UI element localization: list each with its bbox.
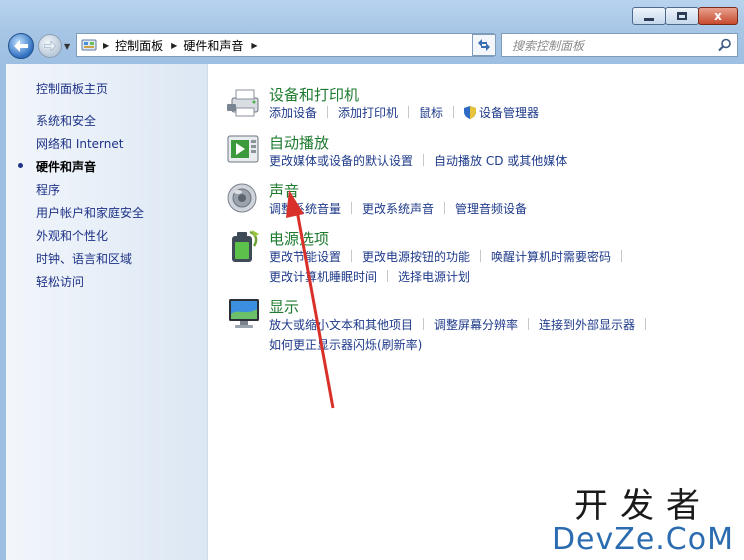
- window-frame: x ▼ ▶ 控制面板 ▶ 硬件和声音 ▶ ▼: [0, 0, 744, 560]
- annotation-arrow: [286, 190, 335, 409]
- watermark-logo: 开发者: [573, 486, 712, 526]
- watermark: 开发者 DevZe.CoM: [552, 488, 734, 556]
- watermark-logo: DevZe.CoM: [551, 522, 734, 557]
